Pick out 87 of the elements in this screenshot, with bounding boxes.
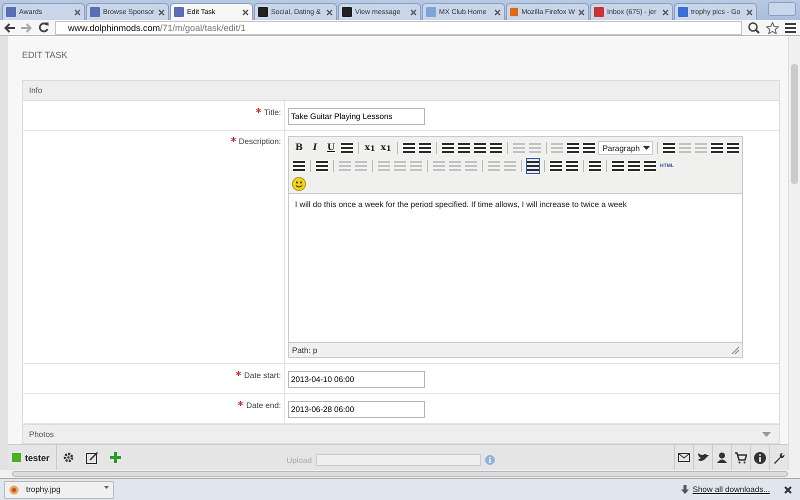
menu-icon[interactable]: [785, 22, 796, 32]
lines-icon[interactable]: [474, 143, 486, 153]
lines-icon[interactable]: [567, 143, 580, 153]
wrench-icon[interactable]: [773, 452, 785, 464]
editor-path: Path: p: [292, 346, 318, 354]
favicon-icon: [174, 7, 184, 17]
lines-icon[interactable]: [293, 161, 305, 171]
bird-icon[interactable]: [697, 452, 709, 464]
section-title: Photos: [29, 430, 54, 438]
field-label: Description:: [238, 137, 281, 146]
lines-icon[interactable]: [550, 161, 562, 171]
lines-icon[interactable]: [628, 161, 640, 171]
lines-icon[interactable]: [662, 143, 675, 153]
format-button[interactable]: B: [292, 140, 306, 156]
close-icon[interactable]: [662, 8, 669, 16]
lines-icon[interactable]: [612, 161, 624, 171]
text-field[interactable]: Take Guitar Playing Lessons: [288, 108, 425, 125]
lines-icon[interactable]: [583, 143, 596, 153]
show-all-downloads-link[interactable]: Show all downloads...: [680, 485, 770, 494]
format-button[interactable]: I: [308, 140, 322, 156]
lines-icon[interactable]: [644, 161, 656, 171]
edit-icon[interactable]: [86, 452, 98, 464]
zoom-icon[interactable]: [748, 22, 760, 34]
star-icon[interactable]: [766, 22, 779, 34]
lines-icon[interactable]: [418, 143, 431, 153]
text-field[interactable]: 2013-04-10 06:00: [288, 371, 425, 388]
settings-icon[interactable]: [62, 452, 74, 463]
page-heading: EDIT TASK: [22, 50, 69, 62]
format-dropdown[interactable]: Paragraph: [598, 141, 654, 155]
lines-icon[interactable]: [726, 143, 739, 153]
favicon-icon: [342, 7, 352, 17]
back-arrow-icon[interactable]: [4, 22, 15, 32]
plus-icon[interactable]: [110, 452, 121, 463]
section-header[interactable]: Info: [23, 81, 779, 101]
lines-icon[interactable]: [566, 161, 578, 171]
close-icon[interactable]: [494, 8, 501, 16]
favicon-icon: [510, 7, 518, 17]
lines-icon[interactable]: [589, 161, 601, 171]
field-label: Date start:: [244, 371, 281, 380]
section-header[interactable]: Photos: [23, 424, 779, 444]
lines-icon[interactable]: [710, 143, 723, 153]
lines-icon[interactable]: [442, 143, 454, 153]
field-label: Upload: [286, 456, 312, 464]
lines-icon[interactable]: [527, 161, 539, 171]
close-icon[interactable]: [158, 8, 165, 16]
reload-icon[interactable]: [38, 22, 49, 33]
close-icon[interactable]: [242, 8, 249, 16]
download-icon: [680, 485, 689, 494]
field-label: Date end:: [246, 401, 281, 410]
file-field[interactable]: [316, 454, 481, 466]
info-icon: [484, 455, 495, 465]
close-icon[interactable]: [74, 8, 81, 16]
info-icon[interactable]: [754, 452, 766, 464]
text-field[interactable]: 2013-06-28 06:00: [288, 401, 425, 418]
cart-icon[interactable]: [735, 452, 747, 464]
favicon-icon: [678, 7, 688, 17]
close-icon[interactable]: [746, 8, 753, 16]
lines-icon[interactable]: [316, 161, 328, 171]
lines-icon[interactable]: [458, 143, 470, 153]
lines-icon[interactable]: [490, 143, 502, 153]
download-item[interactable]: trophy.jpg: [4, 480, 114, 498]
scrollbar[interactable]: [0, 470, 800, 478]
mail-icon[interactable]: [678, 452, 690, 464]
resize-handle-icon[interactable]: [731, 346, 739, 354]
caret-icon: [104, 486, 109, 488]
caret-icon: [643, 146, 650, 150]
editor-text-area[interactable]: I will do this once a week for the period specified. If time allows, I will increase to twice a week: [289, 193, 742, 343]
scrollbar[interactable]: [788, 36, 800, 470]
favicon-icon: [258, 7, 268, 17]
close-icon[interactable]: [326, 8, 333, 16]
close-icon[interactable]: [410, 8, 417, 16]
format-button[interactable]: U: [324, 140, 338, 156]
address-field[interactable]: www.dolphinmods.com/71/m/goal/task/edit/1: [55, 20, 742, 34]
favicon-icon: [90, 7, 100, 17]
file-icon: [9, 484, 19, 494]
editor-text: I will do this once a week for the period specified. If time allows, I will increase to twice a week: [295, 200, 628, 209]
favicon-icon: [6, 7, 16, 17]
smiley-icon[interactable]: [292, 177, 306, 191]
field-label: Title:: [264, 108, 281, 117]
person-icon[interactable]: [716, 452, 728, 464]
favicon-icon: [426, 7, 436, 17]
lines-icon[interactable]: [341, 143, 353, 153]
close-icon[interactable]: [578, 8, 585, 16]
close-icon[interactable]: [784, 486, 792, 494]
caret-icon: [762, 432, 771, 436]
lines-icon[interactable]: [402, 143, 415, 153]
favicon-icon: [594, 7, 604, 17]
